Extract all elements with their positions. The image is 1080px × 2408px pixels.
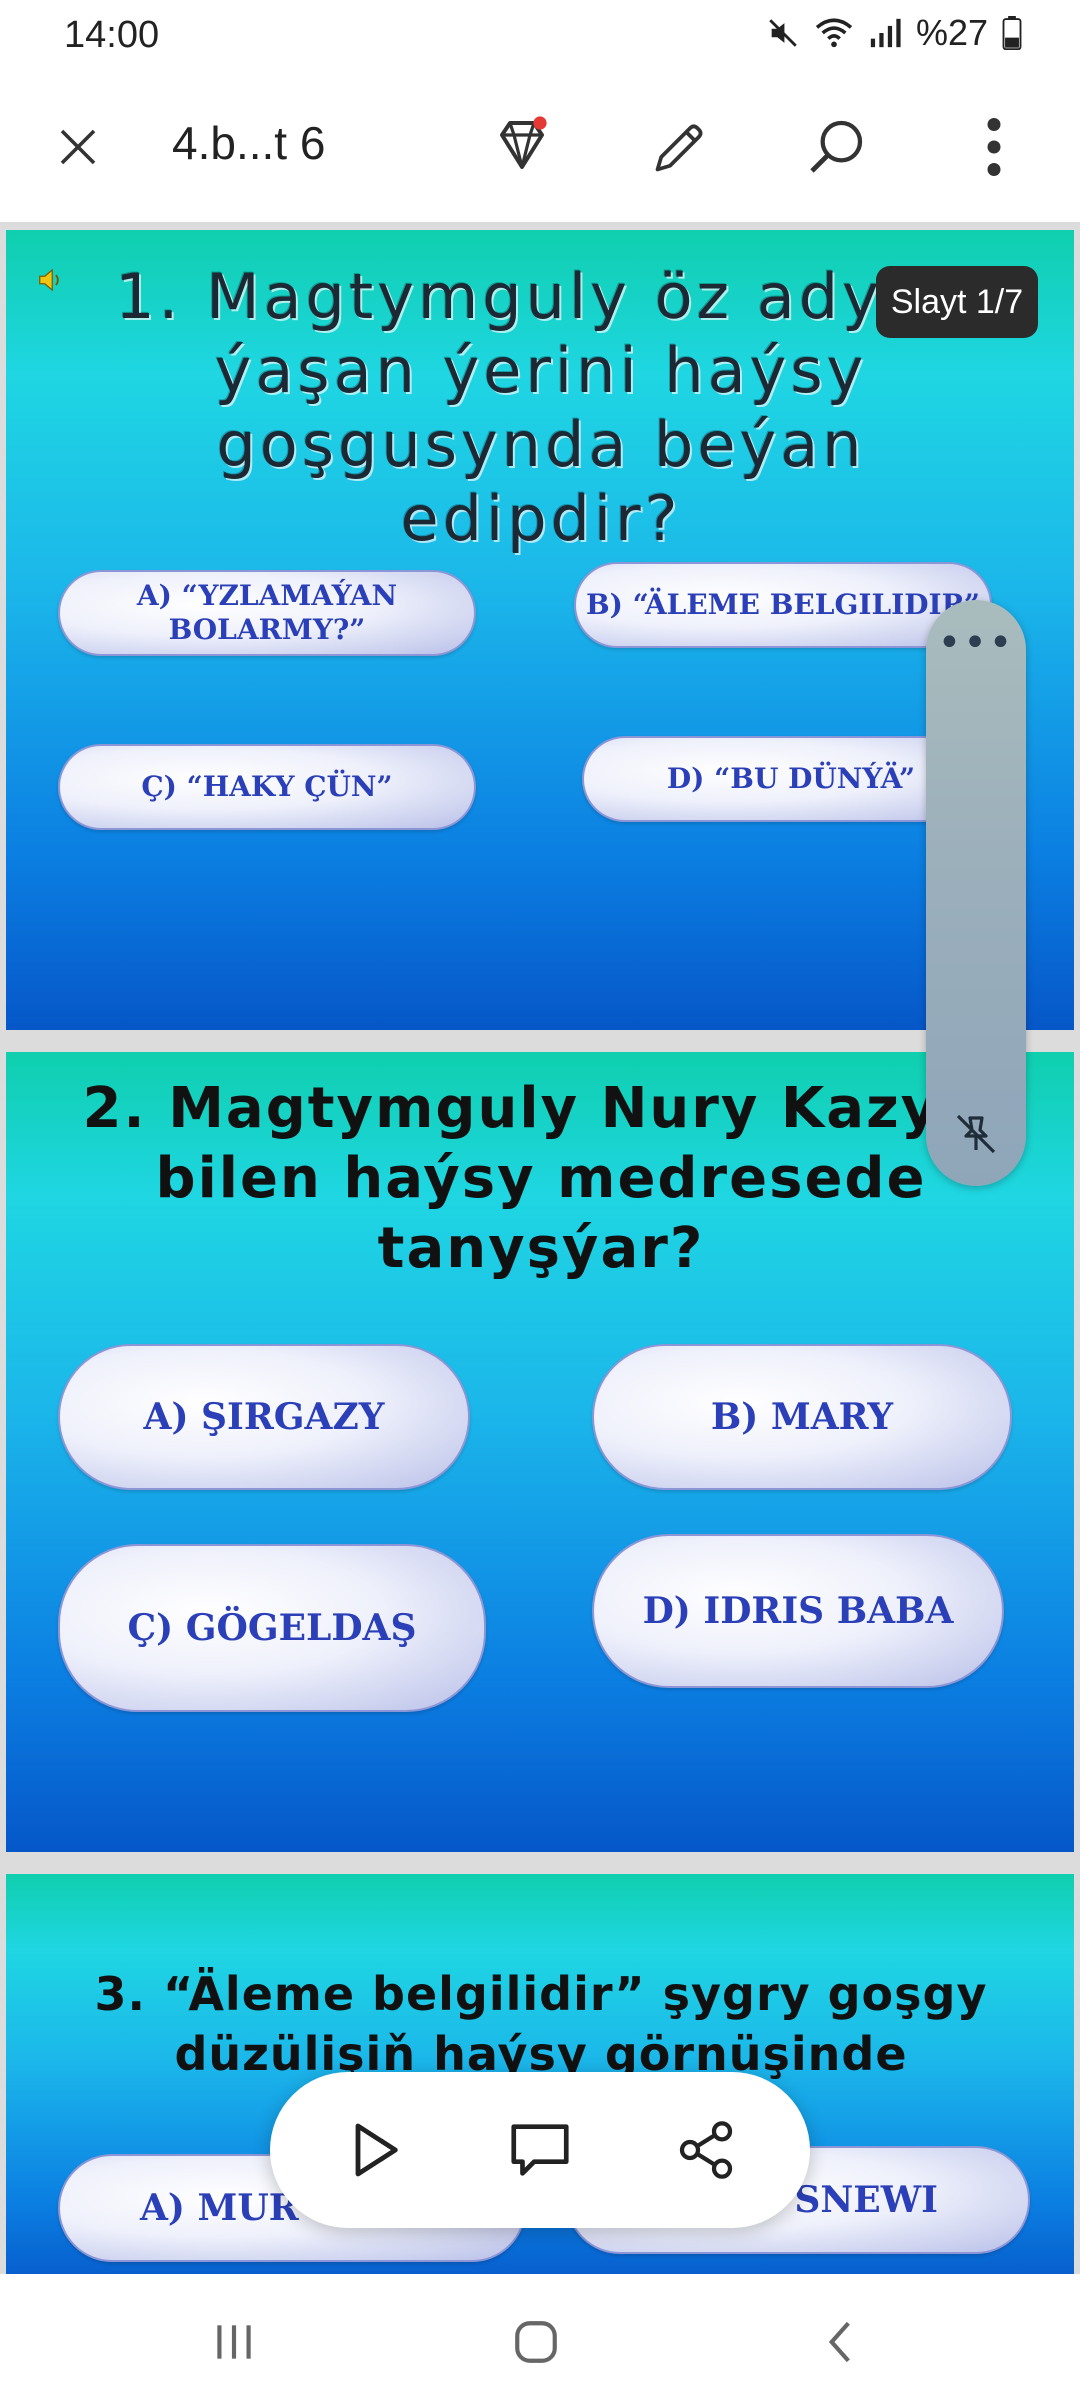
status-icons: %27 <box>766 12 1022 54</box>
home-icon <box>515 2321 557 2363</box>
battery-icon <box>1002 16 1022 50</box>
more-horizontal-icon[interactable]: ••• <box>926 623 1026 663</box>
battery-percentage: %27 <box>915 12 988 53</box>
floating-side-panel[interactable]: ••• <box>926 600 1026 1186</box>
status-bar: 14:00 %27 <box>0 0 1080 72</box>
search-button[interactable] <box>796 107 876 187</box>
slide-2[interactable]: 2. Magtymguly Nury Kazym bilen haýsy med… <box>6 1052 1074 1852</box>
slides-view[interactable]: 1. Magtymguly öz adyny ýaşan ýerini haýs… <box>0 222 1080 2274</box>
document-title[interactable]: 4.b...t 6 <box>172 116 325 170</box>
close-icon <box>60 129 96 165</box>
share-button[interactable] <box>664 2108 748 2192</box>
option-c[interactable]: Ç) GÖGELDAŞ <box>58 1544 486 1712</box>
question-1-text: 1. Magtymguly öz adyny ýaşan ýerini haýs… <box>115 260 967 555</box>
share-icon <box>679 2121 733 2179</box>
premium-button[interactable] <box>482 107 562 187</box>
option-c[interactable]: Ç) “HAKY ÇÜN” <box>58 744 476 830</box>
home-button[interactable] <box>496 2310 576 2374</box>
back-icon <box>828 2321 850 2363</box>
signal-icon <box>868 16 902 50</box>
system-navigation-bar <box>0 2274 1080 2408</box>
comment-button[interactable] <box>498 2108 582 2192</box>
option-d[interactable]: D) IDRIS BABA <box>592 1534 1004 1688</box>
status-time: 14:00 <box>64 14 160 56</box>
floating-toolbar <box>270 2072 810 2228</box>
recent-apps-icon <box>217 2325 251 2359</box>
edit-pencil-icon <box>655 124 703 172</box>
slide-counter-badge: Slayt 1/7 <box>876 266 1038 338</box>
mute-icon <box>766 16 800 50</box>
unpin-icon[interactable] <box>952 1110 1000 1162</box>
option-b[interactable]: B) MARY <box>592 1344 1012 1490</box>
recent-apps-button[interactable] <box>194 2310 274 2374</box>
edit-button[interactable] <box>640 107 720 187</box>
question-2-text: 2. Magtymguly Nury Kazym bilen haýsy med… <box>82 1076 1000 1281</box>
more-options-button[interactable] <box>954 107 1034 187</box>
slide-1[interactable]: 1. Magtymguly öz adyny ýaşan ýerini haýs… <box>6 230 1074 1030</box>
wifi-icon <box>814 16 854 50</box>
premium-diamond-icon <box>500 116 547 169</box>
speaker-icon[interactable] <box>36 265 66 299</box>
back-button[interactable] <box>800 2310 880 2374</box>
close-button[interactable] <box>38 107 118 187</box>
comment-icon <box>511 2124 569 2176</box>
play-icon <box>355 2123 398 2177</box>
search-icon <box>810 120 863 173</box>
more-vertical-icon <box>987 118 1001 176</box>
app-toolbar: 4.b...t 6 <box>0 72 1080 224</box>
option-a[interactable]: A) “YZLAMAÝAN BOLARMY?” <box>58 570 476 656</box>
play-button[interactable] <box>332 2108 416 2192</box>
option-a[interactable]: A) ŞIRGAZY <box>58 1344 470 1490</box>
